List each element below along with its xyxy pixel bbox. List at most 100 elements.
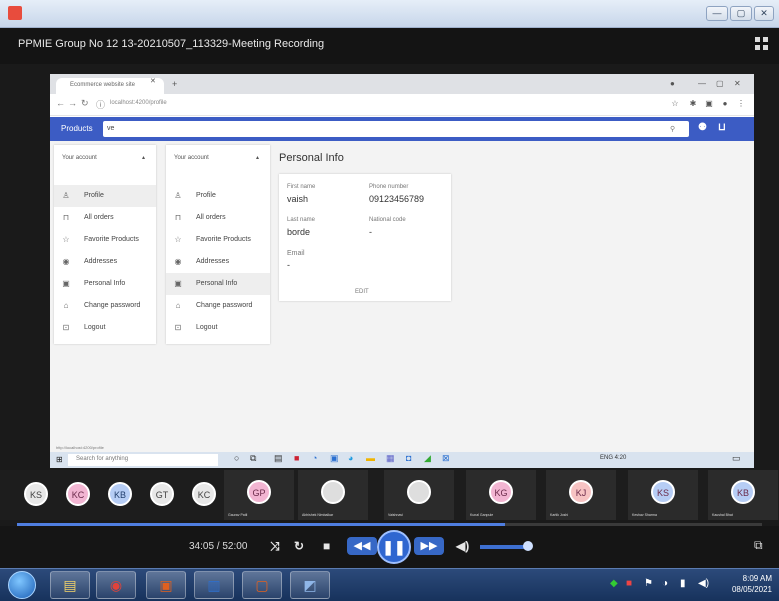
repeat-icon[interactable]: ↻ [294, 539, 304, 553]
tray-update-icon[interactable]: ◑ [662, 578, 668, 589]
reading-list-icon[interactable]: ▣ [704, 99, 714, 109]
system-clock[interactable]: 8:09 AM 08/05/2021 [722, 573, 772, 595]
notifications-icon[interactable]: ▭ [732, 453, 741, 464]
cart-icon[interactable]: ⊔ [718, 122, 726, 133]
menu-item-favorite-products[interactable]: ☆ Favorite Products [166, 229, 270, 251]
menu-item-profile[interactable]: ♙ Profile [166, 185, 270, 207]
logout-icon: ⊡ [62, 323, 70, 332]
star-icon: ☆ [174, 235, 182, 244]
taskbar-chrome-button[interactable]: ◉ [96, 571, 136, 599]
participant-tile[interactable]: Vaishnavi [384, 470, 454, 520]
clock-time: 8:09 AM [742, 574, 772, 583]
tray-flag-icon[interactable]: ⚑ [644, 578, 653, 589]
new-tab-icon[interactable]: + [172, 79, 177, 89]
site-info-icon[interactable]: ⓘ [96, 98, 105, 111]
chrome-icon[interactable]: ◕ [348, 453, 353, 463]
fast-forward-button[interactable]: ▶▶ [414, 537, 444, 555]
store-icon[interactable]: ▤ [274, 453, 283, 464]
app-green-icon[interactable]: ◢ [424, 453, 431, 464]
app-blue-icon[interactable]: ▣ [330, 453, 339, 464]
participant-avatar[interactable]: KC [192, 482, 216, 506]
volume-slider-thumb[interactable] [522, 541, 533, 551]
search-input[interactable]: ve [103, 121, 689, 137]
menu-item-all-orders[interactable]: ⊓ All orders [166, 207, 270, 229]
teams-icon[interactable]: ▦ [386, 453, 395, 464]
close-button[interactable]: ✕ [754, 6, 774, 21]
tray-app-icon[interactable]: ■ [626, 578, 632, 589]
bookmark-icon[interactable]: ☆ [670, 99, 680, 109]
menu-item-all-orders[interactable]: ⊓ All orders [54, 207, 156, 229]
participant-avatar[interactable]: GT [150, 482, 174, 506]
tray-security-icon[interactable]: ◆ [610, 578, 618, 589]
file-explorer-icon[interactable]: ▬ [366, 453, 375, 463]
participant-avatar[interactable]: KS [24, 482, 48, 506]
layout-grid-icon[interactable] [755, 37, 769, 51]
participant-tile[interactable]: KB Kaushal Bhat [708, 470, 778, 520]
pause-button[interactable]: ❚❚ [377, 530, 411, 564]
task-view-icon[interactable]: ⧉ [250, 453, 256, 464]
taskbar-powerpoint-button[interactable]: ▢ [242, 571, 282, 599]
windows-start-icon[interactable]: ⊞ [56, 455, 63, 464]
menu-item-logout[interactable]: ⊡ Logout [166, 317, 270, 339]
back-icon[interactable]: ← [56, 98, 65, 108]
participant-tile[interactable]: KJ Kartik Joshi [546, 470, 616, 520]
participant-avatar[interactable]: KB [108, 482, 132, 506]
taskbar-app-button[interactable]: ▣ [146, 571, 186, 599]
participant-avatar: GP [247, 480, 271, 504]
tab-close-icon[interactable]: ✕ [150, 77, 156, 85]
menu-item-change-password[interactable]: ⌂ Change password [54, 295, 156, 317]
profile-avatar-icon[interactable]: ● [720, 99, 730, 109]
address-bar[interactable]: localhost:4200/profile [110, 100, 167, 106]
menu-item-personal-info[interactable]: ▣ Personal Info [166, 273, 270, 295]
browser-minimize-icon[interactable]: — [698, 79, 706, 88]
menu-item-addresses[interactable]: ◉ Addresses [166, 251, 270, 273]
browser-tab[interactable]: Ecommerce website site [56, 78, 164, 94]
reload-icon[interactable]: ↻ [81, 98, 89, 109]
menu-item-profile[interactable]: ♙ Profile [54, 185, 156, 207]
participant-tile[interactable]: KS Keshav Sharma [628, 470, 698, 520]
app-red-icon[interactable]: ■ [294, 453, 299, 463]
participant-tile[interactable]: GP Gaurav Patil [224, 470, 294, 520]
taskbar-search-input[interactable]: Search for anything [68, 454, 218, 466]
browser-maximize-icon[interactable]: ▢ [716, 79, 724, 88]
player-controls: 34:05 / 52:00 ⤨ ↻ ■ ◀◀ ❚❚ ▶▶ ◀) ⧉ [0, 526, 779, 568]
maximize-button[interactable]: ▢ [730, 6, 752, 21]
menu-item-addresses[interactable]: ◉ Addresses [54, 251, 156, 273]
taskbar-word-button[interactable]: ▥ [194, 571, 234, 599]
menu-item-logout[interactable]: ⊡ Logout [54, 317, 156, 339]
account-icon[interactable]: ⚉ [698, 122, 707, 133]
vscode-icon[interactable]: ⊠ [442, 453, 450, 464]
volume-icon[interactable]: ◀) [456, 539, 469, 553]
browser-profile-icon[interactable]: ● [670, 79, 675, 88]
browser-menu-icon[interactable]: ⋮ [736, 99, 746, 109]
start-orb[interactable] [8, 571, 36, 599]
taskbar-explorer-button[interactable]: ▤ [50, 571, 90, 599]
extension-icon[interactable]: ✱ [688, 99, 698, 109]
app-blue2-icon[interactable]: ◘ [406, 453, 411, 463]
taskbar-media-button[interactable]: ◩ [290, 571, 330, 599]
menu-item-personal-info[interactable]: ▣ Personal Info [54, 273, 156, 295]
location-icon: ◉ [62, 257, 70, 266]
products-link[interactable]: Products [61, 124, 93, 133]
participant-tile[interactable]: Abhishek Nimbalkar [298, 470, 368, 520]
menu-item-favorite-products[interactable]: ☆ Favorite Products [54, 229, 156, 251]
rewind-button[interactable]: ◀◀ [347, 537, 377, 555]
collapse-caret-icon[interactable]: ▴ [142, 154, 145, 161]
fullscreen-icon[interactable]: ⧉ [754, 538, 763, 553]
edit-button[interactable]: EDIT [355, 289, 369, 295]
search-icon[interactable]: ⚲ [670, 125, 675, 133]
tray-network-icon[interactable]: ▮ [680, 578, 686, 589]
stop-icon[interactable]: ■ [323, 539, 330, 553]
edge-icon[interactable]: ◔ [312, 453, 317, 463]
forward-icon[interactable]: → [68, 98, 77, 108]
cortana-icon[interactable]: ○ [234, 453, 239, 463]
minimize-button[interactable]: — [706, 6, 728, 21]
browser-close-icon[interactable]: ✕ [734, 79, 741, 88]
menu-item-change-password[interactable]: ⌂ Change password [166, 295, 270, 317]
collapse-caret-icon[interactable]: ▴ [256, 154, 259, 161]
tray-volume-icon[interactable]: ◀) [698, 578, 709, 589]
shuffle-icon[interactable]: ⤨ [270, 539, 280, 554]
participant-avatar[interactable]: KC [66, 482, 90, 506]
participant-tile[interactable]: KG Kunal Ganpule [466, 470, 536, 520]
id-card-icon: ▣ [174, 279, 182, 288]
